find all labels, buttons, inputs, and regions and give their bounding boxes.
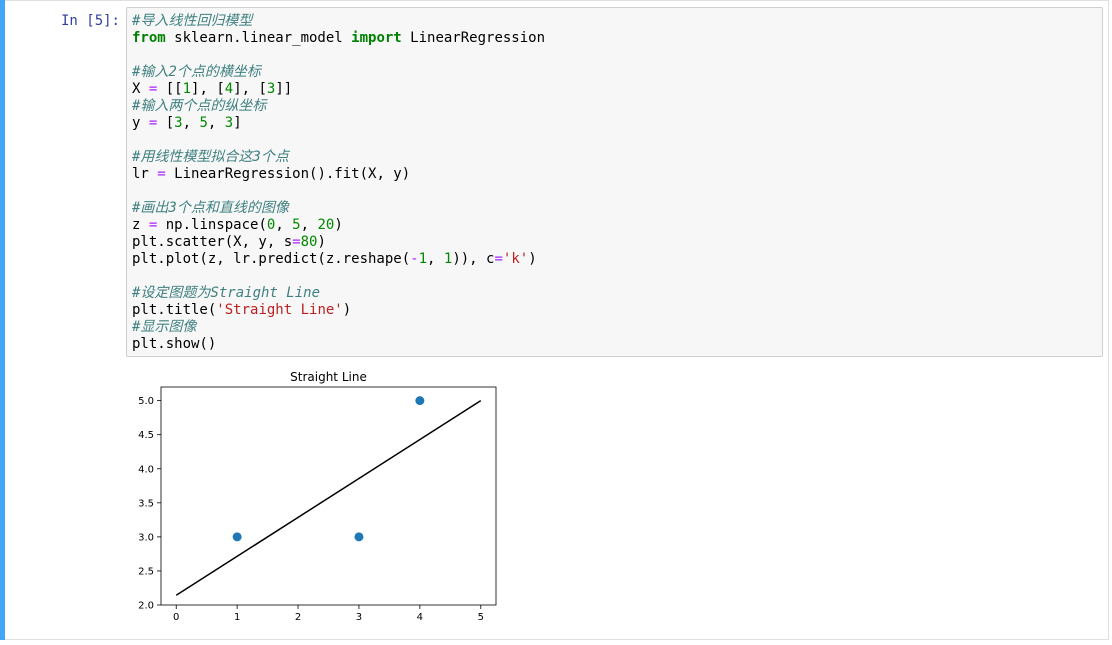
y-tick-label: 4.0: [138, 464, 154, 475]
code-line: #用线性模型拟合这3个点: [132, 149, 545, 166]
code-token: 3: [224, 115, 234, 131]
code-token: #输入2个点的横坐标: [132, 64, 261, 80]
x-tick-label: 0: [173, 612, 179, 623]
code-token: LinearRegression().fit(X, y): [165, 166, 411, 182]
code-token: ], [: [233, 81, 267, 97]
code-token: ]]: [275, 81, 293, 97]
code-token: 'k': [502, 251, 529, 267]
scatter-point: [232, 532, 242, 542]
x-tick-label: 2: [295, 612, 301, 623]
y-tick-label: 2.5: [138, 566, 154, 577]
code-token: 20: [317, 217, 335, 233]
code-token: X: [132, 81, 149, 97]
code-token: ,: [182, 115, 200, 131]
code-token: #输入两个点的纵坐标: [132, 98, 267, 114]
output-area: Straight Line 0 1 2 3 4 5 2.0 2.5 3.0 3.5 4.0 4.5 5.0: [126, 365, 526, 625]
code-token: plt.scatter(X, y, s: [132, 234, 293, 250]
code-token: 1: [182, 81, 192, 97]
code-token: [[: [157, 81, 183, 97]
code-token: ): [317, 234, 326, 250]
code-token: y: [132, 115, 149, 131]
code-token: [: [157, 115, 175, 131]
x-tick-label: 4: [417, 612, 423, 623]
code-token: ]: [233, 115, 242, 131]
scatter-chart: Straight Line 0 1 2 3 4 5 2.0 2.5 3.0 3.5 4.0 4.5 5.0: [138, 370, 497, 623]
code-token: ): [342, 302, 352, 318]
code-token: 1: [418, 251, 428, 267]
x-tick-label: 1: [234, 612, 240, 623]
code-line: plt.title('Straight Line'): [132, 302, 545, 319]
code-token: lr: [132, 166, 158, 182]
code-line: #导入线性回归模型: [132, 13, 545, 30]
code-token: plt.title(: [132, 302, 217, 318]
code-token: ], [: [191, 81, 225, 97]
code-token: 5: [292, 217, 301, 233]
code-line: z = np.linspace(0, 5, 20): [132, 217, 545, 234]
code-token: ,: [207, 115, 225, 131]
code-token: np.linspace(: [157, 217, 267, 233]
code-token: 80: [300, 234, 318, 250]
code-line: plt.show(): [132, 336, 545, 353]
code-line: #设定图题为Straight Line: [132, 285, 545, 302]
code-line: ​: [132, 268, 545, 285]
code-line: #输入2个点的横坐标: [132, 64, 545, 81]
cell-selection-bar: [0, 0, 5, 640]
code-token: #设定图题为Straight Line: [132, 285, 321, 301]
code-token: #导入线性回归模型: [132, 13, 253, 29]
code-line: from sklearn.linear_model import LinearR…: [132, 30, 545, 47]
code-token: ): [528, 251, 537, 267]
code-token: sklearn.linear_model: [165, 30, 352, 46]
y-tick-label: 3.5: [138, 498, 154, 509]
code-token: 4: [224, 81, 234, 97]
code-token: -: [410, 251, 419, 267]
code-token: ,: [427, 251, 444, 267]
code-token: LinearRegression: [401, 30, 546, 46]
code-token: import: [351, 30, 402, 46]
code-line: plt.plot(z, lr.predict(z.reshape(-1, 1))…: [132, 251, 545, 268]
y-tick-label: 3.0: [138, 532, 154, 543]
code-line: X = [[1], [4], [3]]: [132, 81, 545, 98]
code-token: #用线性模型拟合这3个点: [132, 149, 289, 165]
x-tick-label: 5: [478, 612, 484, 623]
code-token: 'Straight Line': [216, 302, 343, 318]
code-line: ​: [132, 47, 545, 64]
code-line: #画出3个点和直线的图像: [132, 200, 545, 217]
y-tick-label: 4.5: [138, 430, 154, 441]
code-token: ): [334, 217, 343, 233]
code-line: y = [3, 5, 3]: [132, 115, 545, 132]
code-token: =: [494, 251, 503, 267]
code-token: =: [157, 166, 166, 182]
code-line: lr = LinearRegression().fit(X, y): [132, 166, 545, 183]
y-tick-label: 5.0: [138, 396, 154, 407]
code-token: )), c: [452, 251, 495, 267]
code-content[interactable]: #导入线性回归模型 from sklearn.linear_model impor…: [132, 13, 545, 353]
code-editor[interactable]: #导入线性回归模型 from sklearn.linear_model impor…: [126, 7, 1103, 357]
regression-line: [175, 399, 482, 596]
code-token: z: [132, 217, 149, 233]
code-line: plt.scatter(X, y, s=80): [132, 234, 545, 251]
scatter-point: [415, 396, 425, 406]
code-token: plt.plot(z, lr.predict(z.reshape(: [132, 251, 411, 267]
y-tick-label: 2.0: [138, 601, 154, 612]
code-token: ,: [300, 217, 318, 233]
code-token: #画出3个点和直线的图像: [132, 200, 289, 216]
code-token: 3: [174, 115, 183, 131]
chart-title: Straight Line: [290, 370, 367, 384]
input-prompt: In [5]:: [60, 13, 120, 29]
code-line: #输入两个点的纵坐标: [132, 98, 545, 115]
code-line: ​: [132, 183, 545, 200]
code-token: #显示图像: [132, 319, 197, 335]
scatter-point: [354, 532, 364, 542]
code-token: =: [292, 234, 301, 250]
code-token: from: [132, 30, 166, 46]
x-tick-label: 3: [356, 612, 362, 623]
code-line: ​: [132, 132, 545, 149]
code-token: 5: [199, 115, 208, 131]
code-token: ,: [275, 217, 293, 233]
code-line: #显示图像: [132, 319, 545, 336]
code-token: plt.show(): [132, 336, 217, 352]
